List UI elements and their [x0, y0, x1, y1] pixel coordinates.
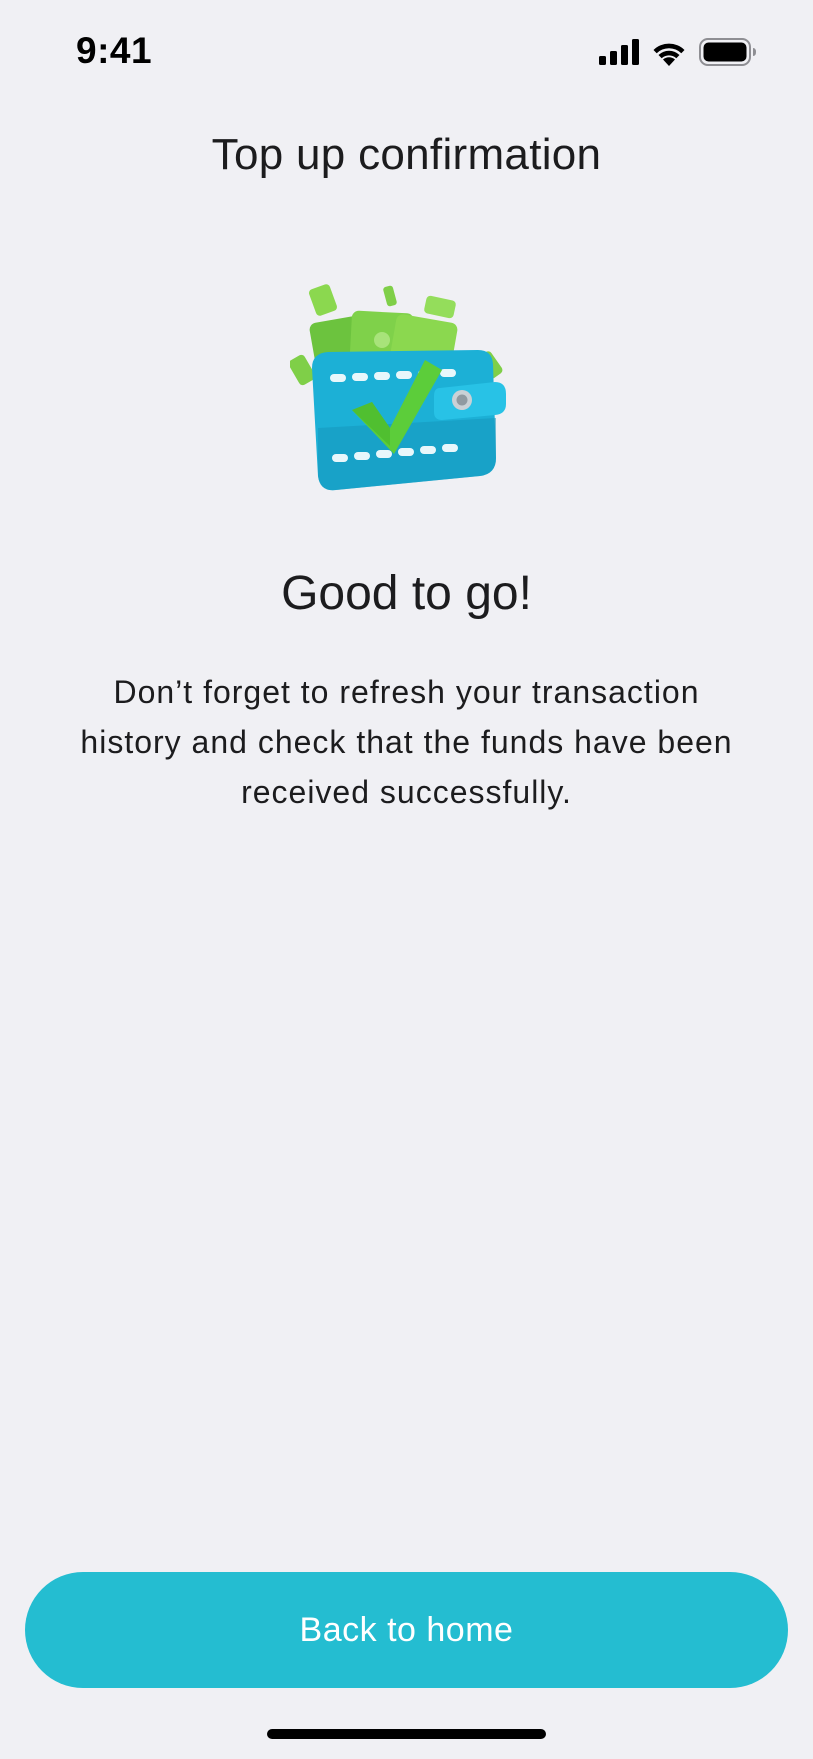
home-indicator	[267, 1729, 546, 1739]
success-message: Don’t forget to refresh your transaction…	[80, 674, 733, 810]
page-title: Top up confirmation	[211, 130, 602, 179]
success-headline: Good to go!	[281, 567, 532, 620]
wifi-icon	[653, 43, 685, 66]
wallet-money-check-icon	[290, 284, 506, 491]
battery-icon	[699, 38, 756, 66]
status-time: 9:41	[76, 30, 153, 71]
status-icons	[599, 38, 757, 66]
cellular-signal-icon	[599, 39, 639, 65]
status-bar: 9:41	[0, 0, 813, 110]
back-to-home-button[interactable]: Back to home	[25, 1572, 788, 1688]
